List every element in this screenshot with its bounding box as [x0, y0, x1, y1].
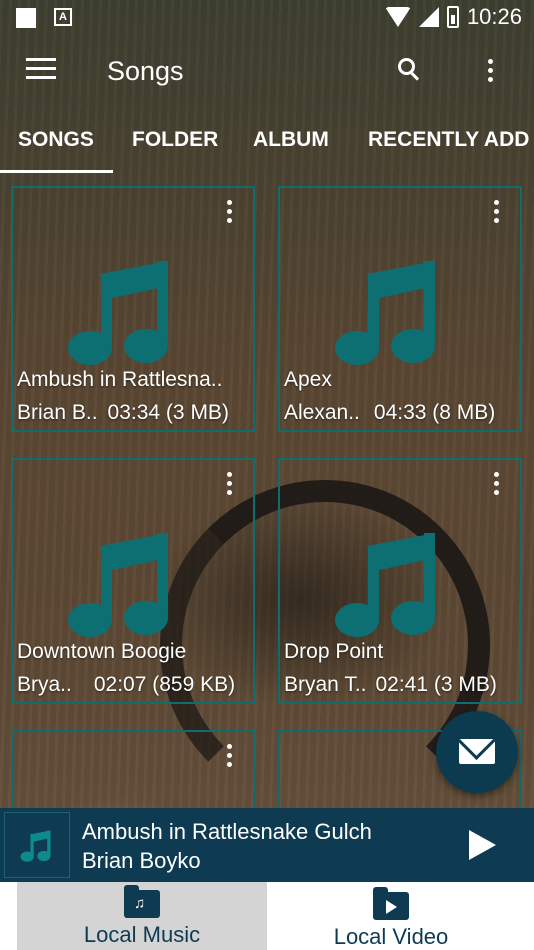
cell-signal-icon: [418, 7, 439, 27]
song-meta: 02:07 (859 KB): [93, 673, 236, 696]
tab-folder[interactable]: FOLDER: [132, 128, 218, 152]
nav-label-local-video: Local Video: [333, 924, 449, 949]
nav-local-music[interactable]: ♫ Local Music: [17, 882, 267, 950]
song-card[interactable]: Apex Alexan.. 04:33 (8 MB): [278, 186, 522, 432]
tab-songs[interactable]: SONGS: [18, 128, 94, 152]
video-folder-icon: [373, 887, 409, 920]
song-more-icon[interactable]: [227, 472, 233, 499]
nav-label-local-music: Local Music: [83, 922, 201, 947]
keyboard-notification-icon: A: [54, 8, 72, 26]
song-meta: 02:41 (3 MB): [375, 673, 497, 696]
play-icon[interactable]: [469, 830, 496, 860]
song-title: Drop Point: [284, 640, 384, 663]
song-title: Downtown Boogie: [17, 640, 187, 663]
song-more-icon[interactable]: [494, 472, 500, 499]
now-playing-bar[interactable]: Ambush in Rattlesnake Gulch Brian Boyko: [0, 808, 534, 882]
song-more-icon[interactable]: [494, 200, 500, 227]
nav-local-video[interactable]: Local Video: [266, 882, 516, 950]
tab-album[interactable]: ALBUM: [253, 128, 329, 152]
tab-recently-added[interactable]: RECENTLY ADD: [368, 128, 529, 152]
status-time: 10:26: [466, 4, 522, 29]
overflow-menu-icon[interactable]: [488, 59, 494, 83]
music-note-icon: [68, 533, 168, 637]
now-playing-artist: Brian Boyko: [82, 848, 201, 873]
song-artist: Brya..: [17, 673, 72, 696]
music-note-icon: [335, 533, 435, 637]
song-title: Ambush in Rattlesna..: [17, 368, 223, 391]
mail-icon: [459, 739, 495, 764]
song-meta: 04:33 (8 MB): [373, 401, 496, 424]
bottom-navigation: ♫ Local Music Local Video: [0, 882, 534, 950]
music-note-icon: [20, 830, 51, 862]
menu-icon[interactable]: [26, 58, 56, 82]
song-meta: 03:34 (3 MB): [107, 401, 229, 424]
song-artist: Alexan..: [284, 401, 360, 424]
notification-icon: [16, 8, 36, 28]
music-folder-icon: ♫: [124, 885, 160, 918]
notification-badge-text: A: [59, 11, 67, 23]
music-note-icon: [68, 261, 168, 365]
song-artist: Bryan T..: [284, 673, 367, 696]
song-card[interactable]: Drop Point Bryan T.. 02:41 (3 MB): [278, 458, 522, 704]
tab-bar: SONGS FOLDER ALBUM RECENTLY ADD: [0, 104, 534, 174]
song-card[interactable]: Downtown Boogie Brya.. 02:07 (859 KB): [11, 458, 255, 704]
song-more-icon[interactable]: [227, 744, 233, 771]
search-icon[interactable]: [398, 58, 422, 82]
battery-icon: [446, 6, 459, 28]
song-more-icon[interactable]: [227, 200, 233, 227]
page-title: Songs: [107, 56, 184, 86]
wifi-icon: [384, 7, 411, 27]
song-artist: Brian B..: [17, 401, 98, 424]
song-title: Apex: [284, 368, 332, 391]
tab-indicator: [0, 170, 113, 173]
song-card[interactable]: Ambush in Rattlesna.. Brian B.. 03:34 (3 …: [11, 186, 255, 432]
status-bar: A 10:26: [0, 0, 534, 38]
music-note-icon: [335, 261, 435, 365]
app-bar: Songs: [0, 38, 534, 104]
now-playing-thumbnail: [4, 812, 70, 878]
now-playing-title: Ambush in Rattlesnake Gulch: [82, 819, 372, 844]
feedback-mail-button[interactable]: [436, 711, 518, 793]
